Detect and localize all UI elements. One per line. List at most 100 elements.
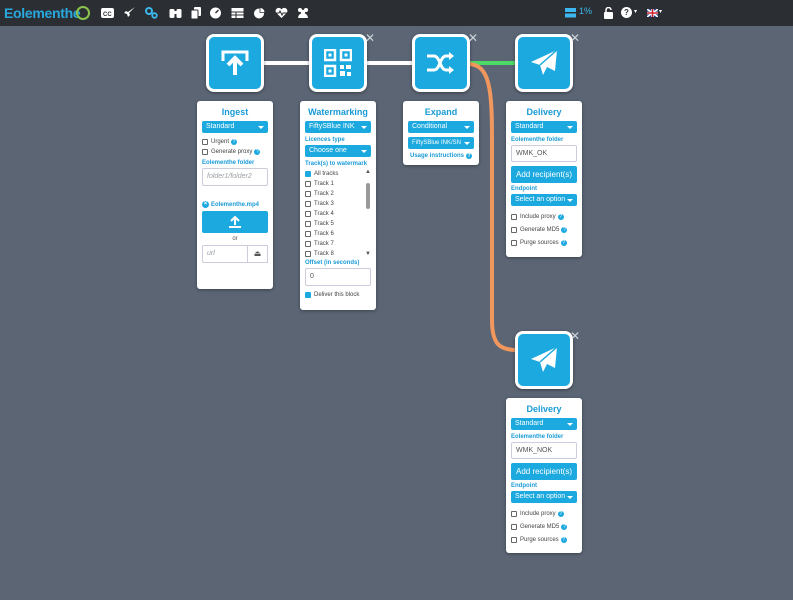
cc-icon[interactable]: CC [101,7,114,19]
uk-flag-icon[interactable] [647,9,658,17]
checkbox-box[interactable] [305,241,311,247]
remove-file-icon[interactable]: × [202,201,209,208]
checkbox-box[interactable] [511,226,517,233]
checkbox-box[interactable] [511,510,517,517]
url-upload-button[interactable]: ⏏ [248,245,268,263]
language-dropdown-caret-icon[interactable]: ▾ [659,8,662,15]
include-proxy-checkbox[interactable]: Include proxy? [511,507,577,520]
delivery-nok-node-icon[interactable] [515,331,573,389]
rocket-icon[interactable] [123,7,136,19]
watermark-type-select[interactable]: FiftySBlue INK [305,121,371,133]
ingest-mode-select[interactable]: Standard [202,121,268,133]
generate-md5-checkbox[interactable]: Generate MD5? [511,520,577,533]
help-icon[interactable]: ? [560,239,567,246]
delivery-mode-select[interactable]: Standard [511,121,577,133]
help-menu-button[interactable]: ? [621,7,632,18]
track-checkbox[interactable]: Track 3 [305,199,371,209]
help-icon[interactable]: ? [254,149,261,155]
shuffle-icon [427,52,454,74]
checkbox-box[interactable] [305,231,311,237]
track-checkbox-all[interactable]: All tracks [305,169,371,179]
folder-input[interactable]: WMK_OK [511,145,577,162]
checkbox-box[interactable] [305,292,311,298]
checkbox-box[interactable] [305,181,311,187]
generate-md5-checkbox[interactable]: Generate MD5? [511,223,577,236]
track-checkbox[interactable]: Track 1 [305,179,371,189]
tracks-scrollbar[interactable]: ▲ ▼ [365,169,371,257]
checkbox-box[interactable] [305,171,311,177]
help-icon[interactable]: ? [560,536,567,543]
upload-icon [229,215,241,228]
folder-input[interactable]: WMK_NOK [511,442,577,459]
help-icon[interactable]: ? [557,510,564,517]
delivery-ok-close-icon[interactable]: ✕ [570,31,580,45]
checkbox-box[interactable] [202,149,208,155]
storage-icon[interactable] [564,7,577,19]
track-checkbox[interactable]: Track 8 [305,249,371,259]
url-input[interactable]: url [202,245,248,263]
scrollbar-thumb[interactable] [366,183,370,209]
delivery-nok-close-icon[interactable]: ✕ [570,329,580,343]
lock-icon[interactable] [602,7,615,19]
purge-sources-checkbox[interactable]: Purge sources? [511,533,577,546]
panel-title: Delivery [526,107,562,117]
checkbox-box[interactable] [511,523,517,530]
urgent-checkbox[interactable]: Urgent? [202,137,268,147]
help-icon[interactable]: ? [557,213,564,220]
offset-input[interactable]: 0 [305,268,371,286]
help-icon[interactable]: ? [231,139,238,145]
checkbox-box[interactable] [305,201,311,207]
scroll-down-icon[interactable]: ▼ [365,251,371,257]
checkbox-box[interactable] [511,213,517,220]
add-recipients-button[interactable]: Add recipient(s) [511,166,577,183]
track-checkbox[interactable]: Track 6 [305,229,371,239]
help-icon[interactable]: ? [561,523,568,530]
binoculars-icon[interactable] [169,7,182,19]
endpoint-select[interactable]: Select an option [511,194,577,206]
upload-tray-icon [221,50,249,75]
help-dropdown-caret-icon[interactable]: ▾ [634,8,637,15]
copy-icon[interactable] [190,7,203,19]
delivery-ok-node-icon[interactable] [515,34,573,92]
help-icon[interactable]: ? [466,153,472,159]
licences-select[interactable]: Choose one [305,145,371,157]
checkbox-box[interactable] [202,139,208,145]
watermarking-close-icon[interactable]: ✕ [365,31,375,45]
tracks-list[interactable]: All tracks Track 1 Track 2 Track 3 Track… [305,169,371,257]
checkbox-box[interactable] [305,191,311,197]
expand-mode-select[interactable]: Conditional [408,121,474,133]
upload-button[interactable] [202,211,268,233]
delivery-mode-select[interactable]: Standard [511,418,577,430]
expand-condition-select[interactable]: FiftySBlue INK/SN [408,137,474,149]
track-checkbox[interactable]: Track 4 [305,209,371,219]
gears-icon[interactable] [145,7,158,19]
checkbox-box[interactable] [305,221,311,227]
heartbeat-icon[interactable] [275,7,288,19]
generate-proxy-checkbox[interactable]: Generate proxy? [202,147,268,157]
expand-close-icon[interactable]: ✕ [468,31,478,45]
app-logo[interactable]: Eolementhe [4,5,81,21]
watermarking-node-icon[interactable] [309,34,367,92]
track-checkbox[interactable]: Track 5 [305,219,371,229]
pie-chart-icon[interactable] [253,7,266,19]
checkbox-box[interactable] [305,251,311,257]
help-icon[interactable]: ? [561,226,568,233]
checkbox-box[interactable] [511,239,517,246]
add-recipients-button[interactable]: Add recipient(s) [511,463,577,480]
include-proxy-checkbox[interactable]: Include proxy? [511,210,577,223]
usage-instructions-link[interactable]: Usage instructions? [408,153,474,159]
checkbox-box[interactable] [511,536,517,543]
dashboard-icon[interactable] [209,7,222,19]
ingest-node-icon[interactable] [206,34,264,92]
expand-node-icon[interactable] [412,34,470,92]
table-icon[interactable] [231,7,244,19]
deliver-block-checkbox[interactable]: Deliver this block [305,290,371,300]
track-checkbox[interactable]: Track 7 [305,239,371,249]
users-icon[interactable] [296,7,310,19]
endpoint-select[interactable]: Select an option [511,491,577,503]
purge-sources-checkbox[interactable]: Purge sources? [511,236,577,249]
scroll-up-icon[interactable]: ▲ [365,169,371,175]
folder-input[interactable]: folder1/folder2 [202,168,268,186]
checkbox-box[interactable] [305,211,311,217]
track-checkbox[interactable]: Track 2 [305,189,371,199]
